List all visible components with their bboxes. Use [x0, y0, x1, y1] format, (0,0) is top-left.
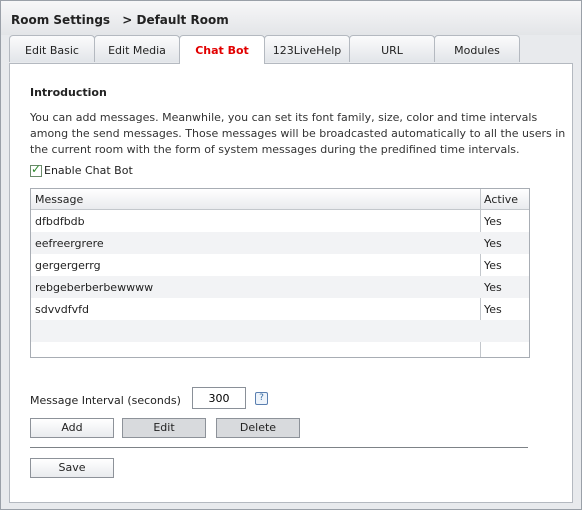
window-title: Room Settings > Default Room	[11, 13, 237, 27]
table-row[interactable]: gergergerrg Yes	[31, 254, 529, 276]
add-button[interactable]: Add	[30, 418, 114, 438]
active-cell: Yes	[484, 259, 502, 272]
title-label: Room Settings	[11, 13, 111, 27]
grid-header: Message Active	[31, 189, 529, 210]
tab-chat-bot[interactable]: Chat Bot	[179, 35, 265, 64]
table-row[interactable]: dfbdfbdb Yes	[31, 210, 529, 232]
edit-button[interactable]: Edit	[122, 418, 206, 438]
delete-button[interactable]: Delete	[216, 418, 300, 438]
tab-url[interactable]: URL	[349, 35, 435, 62]
enable-chat-bot-checkbox[interactable]: ✓	[30, 161, 42, 177]
breadcrumb: > Default Room	[122, 13, 229, 27]
messages-grid: Message Active dfbdfbdb Yes eefreergrere…	[30, 188, 530, 358]
column-header-active[interactable]: Active	[484, 193, 518, 206]
active-cell: Yes	[484, 281, 502, 294]
message-interval-label: Message Interval (seconds)	[30, 394, 181, 407]
enable-chat-bot-row[interactable]: ✓ Enable Chat Bot	[30, 161, 133, 177]
message-cell: dfbdfbdb	[35, 215, 85, 228]
table-row[interactable]: eefreergrere Yes	[31, 232, 529, 254]
introduction-text: You can add messages. Meanwhile, you can…	[30, 111, 566, 156]
table-row[interactable]: rebgeberberbewwww Yes	[31, 276, 529, 298]
check-icon: ✓	[31, 161, 42, 176]
help-icon[interactable]: ?	[255, 392, 268, 405]
table-row[interactable]	[31, 320, 529, 342]
save-button[interactable]: Save	[30, 458, 114, 478]
tab-modules[interactable]: Modules	[434, 35, 520, 62]
separator-line	[30, 447, 528, 448]
tab-edit-basic[interactable]: Edit Basic	[9, 35, 95, 62]
chat-bot-panel: Introduction You can add messages. Meanw…	[9, 63, 573, 503]
column-header-message[interactable]: Message	[35, 193, 83, 206]
message-cell: gergergerrg	[35, 259, 101, 272]
table-row[interactable]: sdvvdfvfd Yes	[31, 298, 529, 320]
enable-chat-bot-label[interactable]: Enable Chat Bot	[44, 164, 133, 177]
active-cell: Yes	[484, 237, 502, 250]
message-cell: rebgeberberbewwww	[35, 281, 154, 294]
tab-edit-media[interactable]: Edit Media	[94, 35, 180, 62]
active-cell: Yes	[484, 303, 502, 316]
room-settings-window: Room Settings > Default Room Edit Basic …	[0, 0, 582, 510]
tab-123livehelp[interactable]: 123LiveHelp	[264, 35, 350, 62]
title-bar: Room Settings > Default Room	[1, 1, 581, 35]
message-interval-input[interactable]	[192, 387, 246, 409]
active-cell: Yes	[484, 215, 502, 228]
introduction-heading: Introduction	[30, 86, 107, 99]
message-cell: eefreergrere	[35, 237, 104, 250]
table-row[interactable]	[31, 342, 529, 357]
message-cell: sdvvdfvfd	[35, 303, 89, 316]
